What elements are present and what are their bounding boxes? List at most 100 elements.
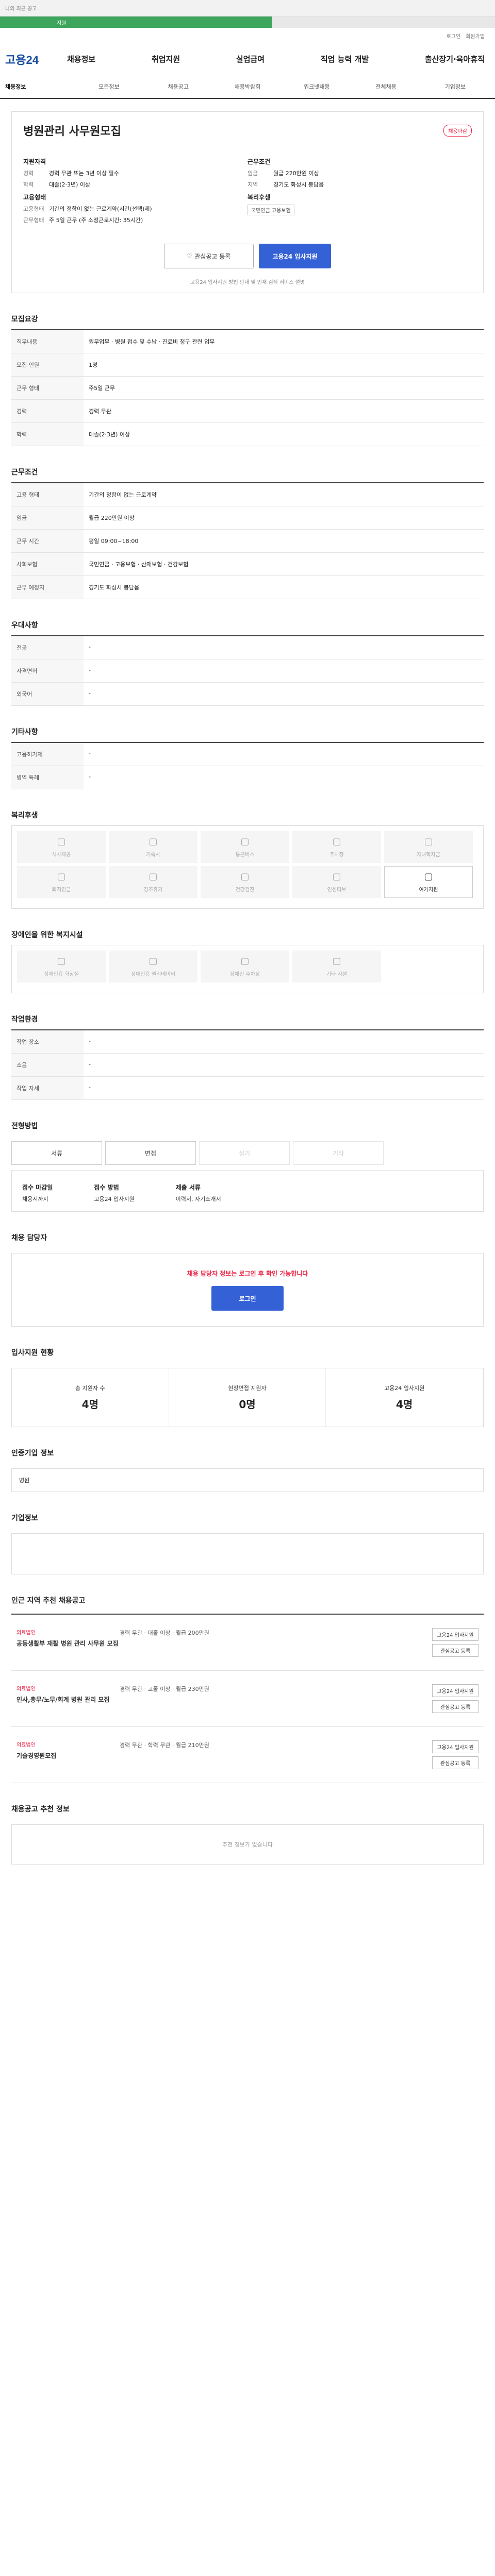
label: 접수 방법	[94, 1184, 119, 1191]
label: 경력	[23, 170, 34, 177]
facility-label: 주차장	[329, 852, 344, 858]
sub-nav-item[interactable]: 워크넷채용	[282, 82, 351, 91]
fav-small-button[interactable]: 관심공고 등록	[432, 1756, 478, 1769]
welfare-section: 복리후생 ▢ 식사제공 ▢ 기숙사 ▢ 통근버스 ▢ 주차장 ▢ 자녀학자금 ▢ 퇴직연금 ▢ 경조휴가 ▢…	[11, 810, 484, 909]
stat-label: 현장면접 지원자	[228, 1385, 267, 1392]
section-heading: 고용형태	[23, 194, 46, 201]
job-title-link[interactable]: 공동생활부 재활 병원 관리 사무원 모집	[16, 1639, 120, 1648]
sub-nav-item[interactable]: 채용박람회	[213, 82, 282, 91]
sub-nav-item[interactable]: 전체채용	[351, 82, 420, 91]
nav-item[interactable]: 취업지원	[152, 54, 180, 64]
facility-label: 기숙사	[146, 852, 160, 858]
row-label: 직무내용	[11, 330, 84, 353]
fav-small-button[interactable]: 관심공고 등록	[432, 1700, 478, 1713]
environment-section: 작업환경 작업 장소 - 소음 - 작업 자세 -	[11, 1014, 484, 1100]
recommend-row[interactable]: 의료법인 공동생활부 재활 병원 관리 사무원 모집 경력 무관 · 대졸 이상 ·…	[11, 1615, 484, 1671]
recommend-row[interactable]: 의료법인 인사,총무/노무/회계 병원 관리 모집 경력 무관 · 고졸 이상 · …	[11, 1671, 484, 1727]
recommend-row[interactable]: 의료법인 기술경영원모집 경력 무관 · 학력 무관 · 월급 210만원 고용24 …	[11, 1727, 484, 1783]
sub-nav-item[interactable]: 모든정보	[74, 82, 143, 91]
facility-icon: ▢	[57, 871, 66, 882]
heart-icon: ♡	[187, 252, 195, 260]
facility-label: 장애인용 화장실	[44, 972, 79, 977]
nav-item[interactable]: 출산장기·육아휴직	[425, 54, 485, 64]
row-label: 소음	[11, 1053, 84, 1077]
row-value: 1명	[84, 353, 484, 377]
stat-card: 현장면접 지원자 0명	[169, 1368, 326, 1427]
facility-label: 자녀학자금	[417, 852, 440, 858]
job-header: 병원관리 사무원모집 채용마감 지원자격 경력 경력 무관 또는 3년 이상 필수 …	[11, 111, 484, 293]
section-title: 인근 지역 추천 채용공고	[11, 1597, 86, 1605]
recruit-section: 모집요강 직무내용 원무업무 · 병원 접수 및 수납 · 진료비 청구 관련 업…	[11, 314, 484, 446]
row-label: 작업 장소	[11, 1030, 84, 1054]
status-badge: 채용마감	[443, 124, 472, 137]
facility-icon: ▢	[57, 836, 66, 847]
apply-small-button[interactable]: 고용24 입사지원	[432, 1628, 478, 1641]
facility-label: 퇴직연금	[52, 887, 71, 893]
facility-icon: ▢	[332, 836, 341, 847]
label: 고용형태	[23, 206, 44, 212]
stat-value: 4명	[396, 1398, 413, 1411]
value: 경력 무관 또는 3년 이상 필수	[49, 170, 119, 177]
apply-small-button[interactable]: 고용24 입사지원	[432, 1684, 478, 1697]
stat-value: 4명	[81, 1398, 98, 1411]
facility-label: 장애인 주차장	[229, 972, 260, 977]
section-title: 모집요강	[11, 315, 38, 324]
qualification-col: 지원자격 경력 경력 무관 또는 3년 이상 필수 학력 대졸(2·3년) 이상 고…	[23, 153, 248, 227]
table-row: 고용허가제 -	[11, 742, 484, 766]
table-row: 근무 시간 평일 09:00~18:00	[11, 529, 484, 553]
table-row: 전공 -	[11, 636, 484, 659]
facility-icon: ▢	[332, 956, 341, 967]
sub-nav-item[interactable]: 기업정보	[421, 82, 490, 91]
sub-nav-item[interactable]: 채용정보	[5, 82, 74, 91]
welfare-tag: 국민연금 고용보험	[248, 205, 294, 215]
value: 고용24 입사지원	[94, 1196, 135, 1202]
apply-small-button[interactable]: 고용24 입사지원	[432, 1740, 478, 1753]
facility-icon: ▢	[424, 871, 433, 882]
table-row: 경력 경력 무관	[11, 399, 484, 423]
screening-section: 전형방법 서류 면접 실기 기타 접수 마감일 채용시까지 접수 방법 고용24 입…	[11, 1121, 484, 1212]
section-title: 채용공고 추천 정보	[11, 1805, 70, 1814]
label: 학력	[23, 181, 34, 188]
fav-small-button[interactable]: 관심공고 등록	[432, 1644, 478, 1657]
facility-item: ▢ 식사제공	[17, 831, 106, 863]
facility-item: ▢ 건강검진	[201, 866, 289, 898]
favorite-button[interactable]: ♡ 관심공고 등록	[164, 244, 254, 268]
table-row: 근무 예정지 경기도 화성시 봉담읍	[11, 575, 484, 599]
screen-step: 면접	[105, 1141, 196, 1165]
row-value: 원무업무 · 병원 접수 및 수납 · 진료비 청구 관련 업무	[84, 330, 484, 353]
job-title-link[interactable]: 인사,총무/노무/회계 병원 관리 모집	[16, 1695, 120, 1704]
facility-label: 여가지원	[419, 887, 438, 893]
signup-link[interactable]: 회원가입	[466, 32, 485, 40]
section-title: 복리후생	[11, 811, 38, 820]
table-row: 작업 장소 -	[11, 1030, 484, 1054]
nav-item[interactable]: 채용정보	[67, 54, 95, 64]
nav-item[interactable]: 실업급여	[236, 54, 265, 64]
label: 임금	[248, 170, 258, 177]
facility-item: ▢ 장애인용 엘리베이터	[109, 951, 197, 982]
table-row: 작업 자세 -	[11, 1076, 484, 1100]
login-button[interactable]: 로그인	[211, 1286, 284, 1311]
job-title-link[interactable]: 기술경영원모집	[16, 1751, 120, 1760]
section-title: 기타사항	[11, 728, 38, 736]
row-value: 월급 220만원 이상	[84, 506, 484, 530]
section-heading: 복리후생	[248, 194, 271, 201]
disability-section: 장애인을 위한 복지시설 ▢ 장애인용 화장실 ▢ 장애인용 엘리베이터 ▢ 장애인 주차…	[11, 929, 484, 993]
value: 대졸(2·3년) 이상	[49, 181, 91, 188]
utility-links: 로그인 회원가입	[0, 28, 495, 43]
row-value: -	[84, 682, 484, 706]
table-row: 고용 형태 기간의 정함이 없는 근로계약	[11, 483, 484, 506]
site-logo[interactable]: 고용24	[5, 51, 67, 67]
value: 주 5일 근무 (주 소정근로시간: 35시간)	[49, 217, 143, 224]
login-link[interactable]: 로그인	[447, 32, 461, 40]
row-value: 주5일 근무	[84, 376, 484, 400]
section-title: 작업환경	[11, 1015, 38, 1024]
job-meta: 경력 무관 · 고졸 이상 · 월급 230만원	[120, 1686, 209, 1692]
row-value: -	[84, 1030, 484, 1054]
row-value: 국민연금 · 고용보험 · 산재보험 · 건강보험	[84, 552, 484, 576]
row-label: 임금	[11, 506, 84, 530]
condition-section: 근무조건 고용 형태 기간의 정함이 없는 근로계약 임금 월급 220만원 이상 근무…	[11, 467, 484, 599]
facility-item: ▢ 인센티브	[292, 866, 381, 898]
nav-item[interactable]: 직업 능력 개발	[321, 54, 369, 64]
sub-nav-item[interactable]: 채용공고	[144, 82, 213, 91]
apply-button[interactable]: 고용24 입사지원	[259, 244, 331, 268]
